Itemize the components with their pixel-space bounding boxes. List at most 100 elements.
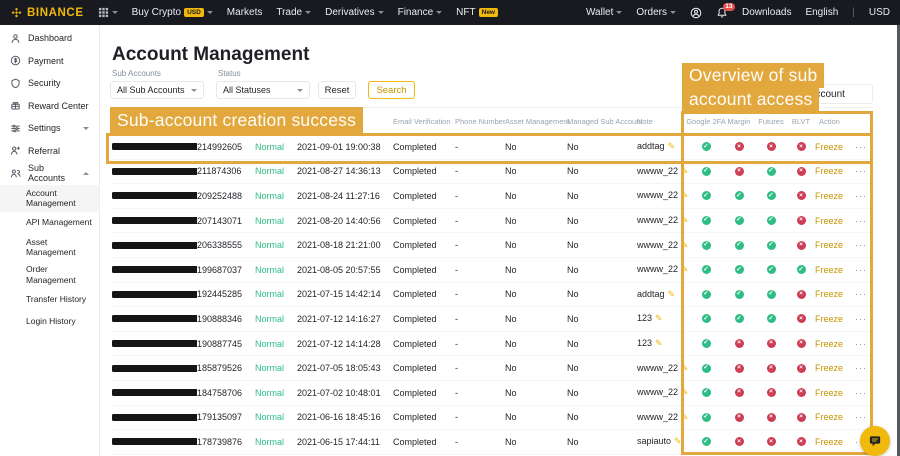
- cell-margin: ✓: [723, 216, 755, 225]
- edit-note-pencil-icon[interactable]: ✎: [668, 289, 676, 299]
- freeze-link[interactable]: Freeze: [815, 265, 843, 275]
- more-actions-button[interactable]: ···: [855, 388, 869, 398]
- support-chat-button[interactable]: [860, 426, 890, 456]
- freeze-link[interactable]: Freeze: [815, 314, 843, 324]
- binance-logo[interactable]: BINANCE: [10, 6, 84, 19]
- more-actions-button[interactable]: ···: [855, 191, 869, 201]
- cell-status: Normal: [255, 191, 297, 201]
- wallet-menu[interactable]: Wallet: [586, 7, 622, 18]
- status-badge: Normal: [255, 314, 284, 324]
- freeze-link[interactable]: Freeze: [815, 240, 843, 250]
- cell-note: wwww_22✎: [637, 240, 689, 251]
- edit-note-pencil-icon[interactable]: ✎: [681, 264, 689, 274]
- column-header-margin: Margin: [723, 117, 755, 126]
- edit-note-pencil-icon[interactable]: ✎: [681, 240, 689, 250]
- currency-selector[interactable]: USD: [869, 7, 890, 18]
- more-actions-button[interactable]: ···: [855, 363, 869, 373]
- sidebar-subitem-order-management[interactable]: Order Management: [0, 261, 99, 288]
- more-actions-button[interactable]: ···: [855, 339, 869, 349]
- cell-action: Freeze ···: [815, 166, 872, 176]
- cell-phone: -: [455, 363, 505, 373]
- sidebar-subitem-transfer-history[interactable]: Transfer History: [0, 288, 99, 310]
- column-header-email_verification: Email Verification: [393, 117, 455, 126]
- sidebar-item-dashboard[interactable]: Dashboard: [0, 27, 99, 50]
- status-badge: Normal: [255, 339, 284, 349]
- cell-asset_management: No: [505, 339, 567, 349]
- disabled-cross-icon: ×: [767, 364, 776, 373]
- sidebar-item-reward-center[interactable]: Reward Center: [0, 95, 99, 118]
- language-selector[interactable]: English: [805, 7, 838, 18]
- security-icon: [10, 78, 21, 89]
- sidebar-subitem-asset-management[interactable]: Asset Management: [0, 234, 99, 261]
- reset-button[interactable]: Reset: [318, 81, 356, 99]
- edit-note-pencil-icon[interactable]: ✎: [681, 215, 689, 225]
- status-select[interactable]: All Statuses: [216, 81, 310, 99]
- disabled-cross-icon: ×: [797, 290, 806, 299]
- apps-grid-menu[interactable]: [98, 7, 118, 18]
- nav-item-buy-crypto[interactable]: Buy CryptoUSD: [132, 7, 213, 18]
- cell-account: [112, 266, 197, 273]
- cell-account: [112, 291, 197, 298]
- cell-status: Normal: [255, 240, 297, 250]
- edit-note-pencil-icon[interactable]: ✎: [681, 166, 689, 176]
- currency-label: USD: [869, 7, 890, 18]
- cell-created: 2021-08-27 14:36:13: [297, 166, 393, 176]
- more-actions-button[interactable]: ···: [855, 412, 869, 422]
- sidebar-item-sub-accounts[interactable]: Sub Accounts: [0, 162, 99, 185]
- cell-blvt: ×: [787, 364, 815, 373]
- search-button[interactable]: Search: [368, 81, 415, 99]
- edit-note-pencil-icon[interactable]: ✎: [655, 313, 663, 323]
- edit-note-pencil-icon[interactable]: ✎: [655, 338, 663, 348]
- more-actions-button[interactable]: ···: [855, 142, 869, 152]
- freeze-link[interactable]: Freeze: [815, 363, 843, 373]
- nav-item-markets[interactable]: Markets: [227, 7, 263, 18]
- cell-phone: -: [455, 191, 505, 201]
- profile-button[interactable]: [690, 7, 702, 19]
- freeze-link[interactable]: Freeze: [815, 191, 843, 201]
- enabled-check-icon: ✓: [767, 314, 776, 323]
- edit-note-pencil-icon[interactable]: ✎: [681, 363, 689, 373]
- cell-account: [112, 389, 197, 396]
- more-actions-button[interactable]: ···: [855, 289, 869, 299]
- orders-menu[interactable]: Orders: [636, 7, 676, 18]
- freeze-link[interactable]: Freeze: [815, 388, 843, 398]
- nav-item-nft[interactable]: NFTNew: [456, 7, 498, 18]
- sidebar-item-referral[interactable]: Referral: [0, 140, 99, 163]
- sidebar-item-security[interactable]: Security: [0, 72, 99, 95]
- edit-note-pencil-icon[interactable]: ✎: [681, 190, 689, 200]
- notifications-button[interactable]: 13: [716, 7, 728, 19]
- enabled-check-icon: ✓: [702, 437, 711, 446]
- grid-icon: [98, 7, 109, 18]
- more-actions-button[interactable]: ···: [855, 265, 869, 275]
- cell-margin: ×: [723, 388, 755, 397]
- freeze-link[interactable]: Freeze: [815, 166, 843, 176]
- cell-status: Normal: [255, 388, 297, 398]
- sidebar-item-payment[interactable]: Payment: [0, 50, 99, 73]
- disabled-cross-icon: ×: [797, 388, 806, 397]
- sidebar-subitem-api-management[interactable]: API Management: [0, 212, 99, 234]
- freeze-link[interactable]: Freeze: [815, 339, 843, 349]
- sidebar-subitem-account-management[interactable]: Account Management: [0, 185, 99, 212]
- more-actions-button[interactable]: ···: [855, 166, 869, 176]
- downloads-link[interactable]: Downloads: [742, 7, 791, 18]
- nav-item-finance[interactable]: Finance: [398, 7, 443, 18]
- edit-note-pencil-icon[interactable]: ✎: [681, 387, 689, 397]
- nav-item-derivatives[interactable]: Derivatives: [325, 7, 383, 18]
- sidebar-subitem-login-history[interactable]: Login History: [0, 310, 99, 332]
- more-actions-button[interactable]: ···: [855, 240, 869, 250]
- freeze-link[interactable]: Freeze: [815, 437, 843, 447]
- cell-email_verification: Completed: [393, 339, 455, 349]
- freeze-link[interactable]: Freeze: [815, 412, 843, 422]
- column-header-google_2fa: Google 2FA: [689, 117, 723, 126]
- sidebar-item-settings[interactable]: Settings: [0, 117, 99, 140]
- edit-note-pencil-icon[interactable]: ✎: [668, 141, 676, 151]
- nav-item-trade[interactable]: Trade: [276, 7, 311, 18]
- freeze-link[interactable]: Freeze: [815, 289, 843, 299]
- more-actions-button[interactable]: ···: [855, 216, 869, 226]
- edit-note-pencil-icon[interactable]: ✎: [681, 412, 689, 422]
- freeze-link[interactable]: Freeze: [815, 142, 843, 152]
- more-actions-button[interactable]: ···: [855, 314, 869, 324]
- freeze-link[interactable]: Freeze: [815, 216, 843, 226]
- edit-note-pencil-icon[interactable]: ✎: [674, 436, 682, 446]
- sub-accounts-select[interactable]: All Sub Accounts: [110, 81, 204, 99]
